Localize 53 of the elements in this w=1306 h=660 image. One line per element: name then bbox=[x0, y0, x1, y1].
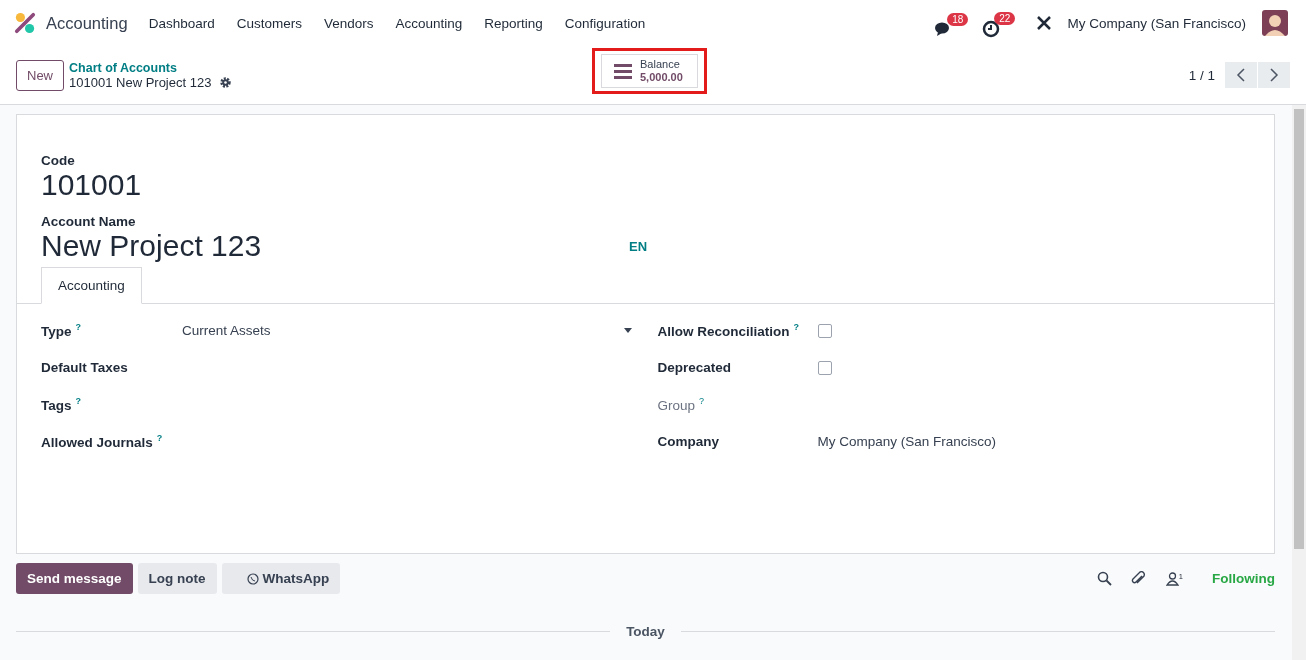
chevron-right-icon bbox=[1269, 68, 1279, 82]
checkbox[interactable] bbox=[817, 360, 832, 375]
person-icon bbox=[1165, 571, 1179, 586]
language-button[interactable]: EN bbox=[629, 238, 648, 254]
account-name-field[interactable]: New Project 123 bbox=[41, 229, 629, 263]
menu-item[interactable]: Configuration bbox=[553, 15, 657, 31]
field-label: Account Name bbox=[41, 214, 137, 229]
field-label: Type $^{?}$ bbox=[41, 322, 82, 339]
next-button[interactable] bbox=[1258, 62, 1290, 88]
app-logo-icon[interactable] bbox=[14, 12, 36, 34]
chatter-button[interactable]: Log note bbox=[137, 563, 217, 594]
count-badge: 18 bbox=[947, 13, 969, 26]
menu-item[interactable]: Dashboard bbox=[137, 15, 226, 31]
clock-icon bbox=[982, 20, 1001, 38]
activities-button[interactable]: 22 bbox=[982, 8, 1016, 38]
field-label: Default Taxes bbox=[41, 360, 129, 375]
field-label: Tags $^{?}$ bbox=[41, 396, 82, 413]
caret-icon bbox=[624, 328, 632, 333]
menu-item[interactable]: Vendors bbox=[312, 15, 385, 31]
count-badge: 22 bbox=[994, 12, 1016, 25]
checkbox[interactable] bbox=[817, 323, 832, 338]
field-label: Allow Reconciliation $^{?}$ bbox=[657, 322, 800, 339]
menu-item[interactable]: Customers bbox=[225, 15, 313, 31]
code-field[interactable]: 101001 bbox=[41, 168, 1274, 202]
type-select[interactable]: Current Assets bbox=[182, 323, 632, 338]
messages-button[interactable]: 18 bbox=[935, 9, 969, 37]
menu-item[interactable]: Reporting bbox=[473, 15, 554, 31]
pager-value: 1 / 1 bbox=[1188, 67, 1215, 83]
record-title: 101001 New Project 123 bbox=[69, 74, 212, 90]
app-name[interactable]: Accounting bbox=[46, 13, 128, 33]
chatter-button[interactable]: WhatsApp bbox=[221, 563, 341, 594]
field-label: Group $^{?}$ bbox=[657, 396, 706, 413]
search-icon[interactable] bbox=[1096, 571, 1112, 586]
previous-button[interactable] bbox=[1225, 62, 1257, 88]
avatar-icon[interactable] bbox=[1262, 10, 1288, 36]
chevron-left-icon bbox=[1236, 68, 1246, 82]
settings-icon[interactable] bbox=[219, 75, 233, 89]
field-label: Deprecated bbox=[657, 360, 733, 375]
scrollbar[interactable] bbox=[1292, 105, 1306, 660]
phone-bubble-icon bbox=[246, 572, 259, 585]
field-label: Code bbox=[41, 153, 76, 168]
breadcrumb-link[interactable]: Chart of Accounts bbox=[69, 60, 233, 75]
date-separator: Today bbox=[626, 624, 665, 639]
field-value: My Company (San Francisco) bbox=[817, 434, 997, 449]
new-button[interactable]: New bbox=[16, 59, 64, 91]
field-label: Allowed Journals $^{?}$ bbox=[41, 433, 164, 450]
menu-item[interactable]: Accounting bbox=[384, 15, 474, 31]
company-switcher[interactable]: My Company (San Francisco) bbox=[1067, 15, 1246, 31]
chatter-button[interactable]: Send message bbox=[16, 563, 133, 594]
field-label: Company bbox=[657, 434, 720, 449]
tab[interactable]: Accounting bbox=[41, 267, 142, 304]
menu-icon bbox=[614, 63, 632, 79]
balance-button[interactable]: Balance 5,000.00 bbox=[601, 54, 698, 88]
